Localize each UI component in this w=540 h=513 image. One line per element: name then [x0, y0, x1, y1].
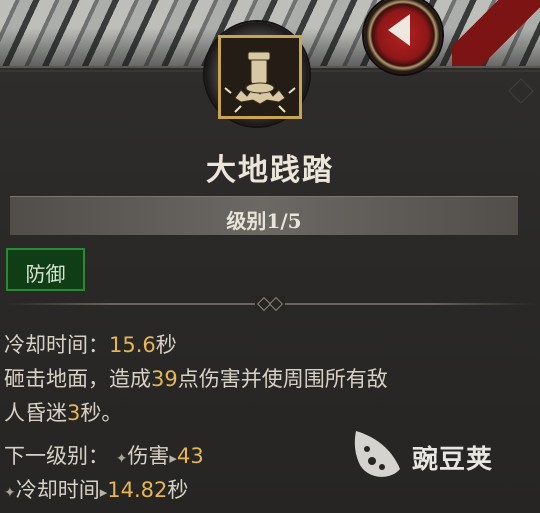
- cooldown-value: 15.6: [109, 333, 156, 357]
- next-damage-value: 43: [176, 444, 204, 468]
- skill-type-label: 防御: [25, 262, 66, 286]
- skill-icon: [218, 35, 302, 119]
- arrow-right-icon: ▸: [169, 449, 177, 467]
- next-cooldown-value: 14.82: [107, 478, 168, 502]
- bullet-icon: ✦: [4, 485, 16, 501]
- description-text: 砸击地面，造成: [4, 367, 151, 391]
- skill-level-label: 级别1/5: [226, 209, 302, 233]
- stun-duration: 3: [67, 401, 81, 425]
- back-arrow-icon: [388, 14, 410, 46]
- next-cooldown-unit: 秒: [167, 478, 189, 502]
- pea-pod-logo: [354, 431, 400, 477]
- stomp-boot-icon: [221, 38, 299, 116]
- diamond-icon: [268, 296, 284, 312]
- level-bar: 级别1/5: [10, 196, 518, 236]
- next-cooldown-line: ✦冷却时间▸14.82秒: [4, 474, 188, 504]
- description-line-2: 人昏迷3秒。: [4, 397, 122, 427]
- damage-amount: 39: [151, 367, 178, 391]
- cooldown-label: 冷却时间：: [4, 333, 109, 357]
- cooldown-unit: 秒: [155, 333, 177, 357]
- divider-ornament: [255, 296, 285, 312]
- next-cooldown-label: 冷却时间: [15, 478, 100, 502]
- next-damage-label: 伤害: [127, 444, 170, 468]
- watermark: 豌豆荚: [350, 425, 530, 485]
- description-text: 人昏迷: [4, 401, 67, 425]
- next-level-label: 下一级别：: [4, 444, 109, 468]
- watermark-text: 豌豆荚: [412, 445, 494, 475]
- description-text: 点伤害并使周围所有敌: [177, 367, 388, 391]
- description-line-1: 砸击地面，造成39点伤害并使周围所有敌: [4, 363, 388, 393]
- cooldown-line: 冷却时间：15.6秒: [4, 329, 177, 359]
- skill-type-tag: 防御: [6, 248, 85, 291]
- description-text: 秒。: [80, 401, 123, 425]
- next-level-line: 下一级别： ✦伤害▸43: [4, 440, 204, 470]
- bullet-icon: ✦: [115, 451, 128, 467]
- skill-name: 大地践踏: [206, 153, 334, 188]
- red-banner-decoration: [452, 0, 540, 66]
